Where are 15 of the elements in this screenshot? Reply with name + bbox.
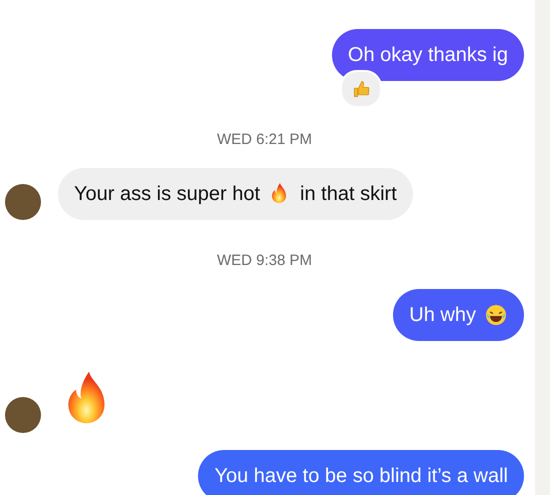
message-text: Uh why bbox=[409, 303, 476, 327]
message-bubble[interactable]: You have to be so blind it’s a wall bbox=[198, 450, 524, 495]
laughing-face-icon bbox=[484, 303, 508, 327]
message-text: You have to be so blind it’s a wall bbox=[214, 464, 508, 488]
timestamp: WED 9:38 PM bbox=[216, 252, 314, 269]
message-text: Oh okay thanks ig bbox=[348, 43, 508, 67]
avatar-photo[interactable] bbox=[5, 397, 41, 433]
message-bubble[interactable]: Uh why bbox=[393, 289, 524, 341]
message-bubble[interactable]: Your ass is super hot in that skirt bbox=[58, 168, 413, 220]
message-text: Your ass is super hot bbox=[74, 182, 260, 206]
timestamp: WED 6:21 PM bbox=[216, 131, 314, 148]
reaction-badge[interactable] bbox=[340, 70, 382, 108]
message-text: in that skirt bbox=[300, 182, 397, 206]
message-bubble[interactable]: Oh okay thanks ig bbox=[332, 29, 524, 81]
avatar-photo[interactable] bbox=[5, 184, 41, 220]
